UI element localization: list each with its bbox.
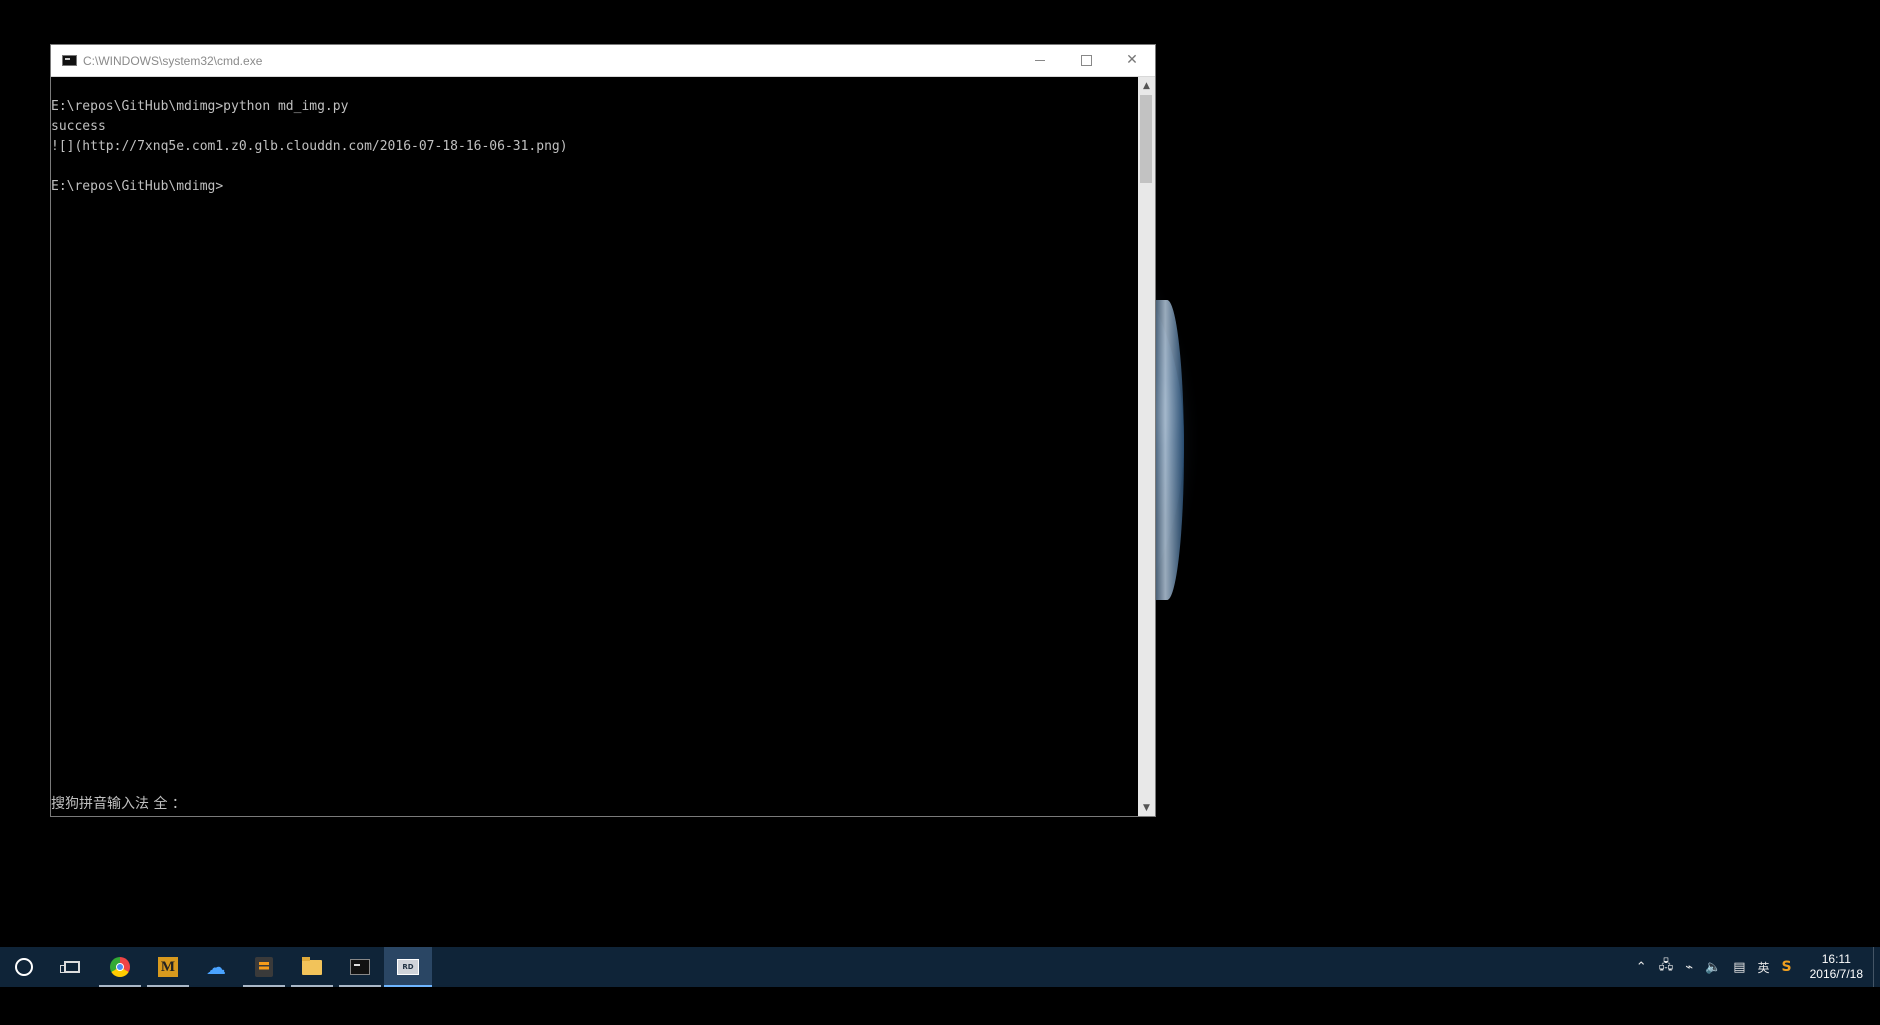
clock-date: 2016/7/18 bbox=[1809, 967, 1863, 981]
chevron-down-icon: ▼ bbox=[1143, 802, 1150, 813]
notification-icon[interactable]: ▤ bbox=[1733, 960, 1745, 975]
window-title: C:\WINDOWS\system32\cmd.exe bbox=[83, 53, 263, 68]
remote-desktop-icon: RD bbox=[397, 959, 419, 975]
cmd-window[interactable]: C:\WINDOWS\system32\cmd.exe ✕ E:\repos\G… bbox=[50, 44, 1156, 817]
clock-time: 16:11 bbox=[1821, 952, 1851, 966]
cloud-icon: ☁ bbox=[206, 955, 226, 979]
console-line: ![](http://7xnq5e.com1.z0.glb.clouddn.co… bbox=[51, 139, 568, 154]
network-icon[interactable]: 🖧 bbox=[1659, 956, 1674, 978]
taskbar-app-cmd[interactable] bbox=[336, 947, 384, 987]
console-line: E:\repos\GitHub\mdimg>python md_img.py bbox=[51, 99, 349, 114]
task-view-icon bbox=[60, 961, 80, 973]
m-icon: M bbox=[158, 957, 178, 977]
cmd-icon bbox=[350, 959, 370, 975]
maximize-icon bbox=[1080, 54, 1092, 66]
scroll-up-button[interactable]: ▲ bbox=[1138, 77, 1155, 94]
taskbar-app-sublime[interactable] bbox=[240, 947, 288, 987]
sublime-icon bbox=[255, 957, 273, 977]
taskbar-app-remote-desktop[interactable]: RD bbox=[384, 947, 432, 987]
maximize-button[interactable] bbox=[1063, 45, 1109, 75]
scroll-down-button[interactable]: ▼ bbox=[1138, 799, 1155, 816]
taskbar-app-cloud[interactable]: ☁ bbox=[192, 947, 240, 987]
taskbar-app-chrome[interactable] bbox=[96, 947, 144, 987]
taskbar: M ☁ RD ⌃ 🖧 ⌁ 🔈 ▤ 英 S 16:11 2016/7/18 bbox=[0, 947, 1880, 987]
close-button[interactable]: ✕ bbox=[1109, 45, 1155, 75]
taskbar-app-explorer[interactable] bbox=[288, 947, 336, 987]
folder-icon bbox=[302, 956, 322, 975]
cortana-button[interactable] bbox=[0, 947, 48, 987]
taskbar-app-markdown[interactable]: M bbox=[144, 947, 192, 987]
chevron-up-icon[interactable]: ⌃ bbox=[1636, 960, 1647, 975]
ime-status-bar: 搜狗拼音输入法 全 ： bbox=[51, 796, 186, 812]
circle-icon bbox=[15, 958, 33, 976]
minimize-icon bbox=[1035, 59, 1045, 61]
clock[interactable]: 16:11 2016/7/18 bbox=[1810, 952, 1863, 982]
close-icon: ✕ bbox=[1126, 52, 1138, 68]
volume-icon[interactable]: 🔈 bbox=[1705, 960, 1721, 975]
sogou-ime-icon[interactable]: S bbox=[1782, 959, 1792, 975]
chevron-up-icon: ▲ bbox=[1143, 80, 1150, 91]
console-prompt[interactable]: E:\repos\GitHub\mdimg> bbox=[51, 177, 1138, 197]
minimize-button[interactable] bbox=[1017, 45, 1063, 75]
power-icon[interactable]: ⌁ bbox=[1685, 960, 1693, 975]
console-line: success bbox=[51, 119, 106, 134]
system-tray: ⌃ 🖧 ⌁ 🔈 ▤ 英 S 16:11 2016/7/18 bbox=[1630, 947, 1880, 987]
cmd-window-icon[interactable] bbox=[62, 55, 77, 66]
console-output[interactable]: E:\repos\GitHub\mdimg>python md_img.py s… bbox=[51, 77, 1138, 816]
input-language[interactable]: 英 bbox=[1758, 959, 1770, 976]
scroll-thumb[interactable] bbox=[1140, 95, 1152, 183]
show-desktop-button[interactable] bbox=[1873, 947, 1880, 987]
title-bar[interactable]: C:\WINDOWS\system32\cmd.exe ✕ bbox=[51, 45, 1155, 77]
chrome-icon bbox=[110, 957, 130, 977]
vertical-scrollbar[interactable]: ▲ ▼ bbox=[1138, 77, 1155, 816]
task-view-button[interactable] bbox=[48, 947, 96, 987]
